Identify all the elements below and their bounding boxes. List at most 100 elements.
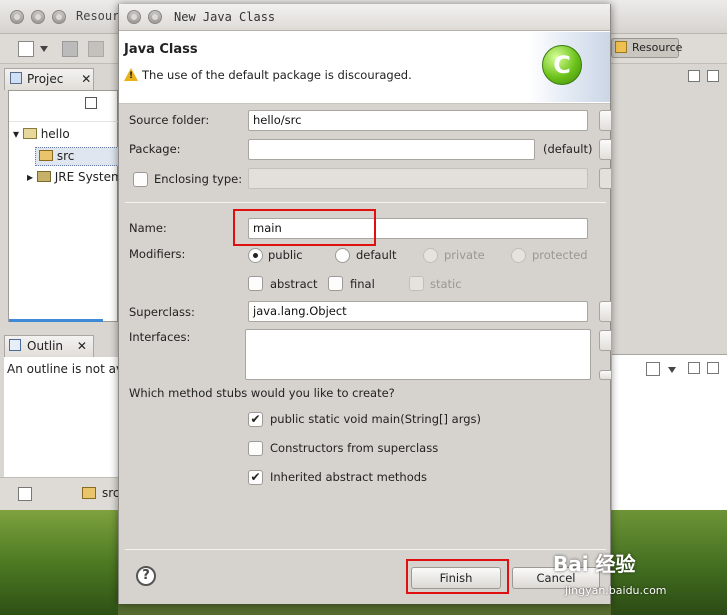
stubs-question: Which method stubs would you like to cre… <box>129 386 395 400</box>
new-java-class-dialog: New Java Class Java Class ! The use of t… <box>118 4 611 604</box>
warning-message: The use of the default package is discou… <box>142 68 412 82</box>
close-window-icon[interactable] <box>10 10 24 24</box>
tree-label: JRE System <box>54 170 123 184</box>
close-icon[interactable]: ✕ <box>77 339 87 353</box>
radio-public-label: public <box>268 248 303 262</box>
radio-protected-label: protected <box>532 248 588 262</box>
perspective-icon <box>615 41 627 53</box>
static-label: static <box>430 277 462 291</box>
outline-icon <box>9 339 21 351</box>
package-field[interactable] <box>248 139 535 160</box>
modifiers-label: Modifiers: <box>129 247 186 261</box>
right-area <box>612 64 727 510</box>
page-title: Java Class <box>124 42 198 57</box>
outline-panel: An outline is not ava <box>4 357 130 477</box>
radio-default[interactable] <box>335 248 350 263</box>
tree-item-src[interactable]: src <box>35 147 119 166</box>
radio-default-label: default <box>356 248 397 262</box>
enclosing-type-checkbox[interactable] <box>133 172 148 187</box>
new-item-icon[interactable] <box>646 362 660 376</box>
chevron-down-icon[interactable] <box>40 46 48 52</box>
main-stub-checkbox[interactable]: ✔ <box>248 412 263 427</box>
add-interface-button[interactable] <box>599 330 611 351</box>
radio-private-label: private <box>444 248 485 262</box>
watermark-url: jingyan.baidu.com <box>565 584 667 597</box>
tree-label: hello <box>40 127 70 141</box>
final-checkbox[interactable] <box>328 276 343 291</box>
remove-interface-button[interactable] <box>599 370 611 380</box>
browse-package-button[interactable] <box>599 139 611 160</box>
name-highlight-box <box>233 209 376 246</box>
package-folder-icon <box>39 150 53 161</box>
minimize-icon[interactable] <box>688 70 700 82</box>
constructors-checkbox[interactable] <box>248 441 263 456</box>
superclass-field[interactable]: java.lang.Object <box>248 301 588 322</box>
status-item: src <box>102 486 118 500</box>
browse-superclass-button[interactable] <box>599 301 611 322</box>
warning-icon-mark: ! <box>129 71 134 81</box>
radio-public[interactable] <box>248 248 263 263</box>
tab-label: Projec <box>27 72 64 86</box>
library-icon <box>36 171 51 182</box>
help-icon[interactable]: ? <box>136 566 156 586</box>
tree-label: src <box>56 149 75 163</box>
static-checkbox <box>409 276 424 291</box>
interfaces-label: Interfaces: <box>129 330 191 344</box>
divider <box>9 121 119 122</box>
browse-source-button[interactable] <box>599 110 611 131</box>
source-folder-field[interactable]: hello/src <box>248 110 588 131</box>
separator <box>125 202 606 203</box>
minimize-dialog-icon[interactable] <box>148 10 162 24</box>
separator <box>125 549 606 550</box>
abstract-checkbox[interactable] <box>248 276 263 291</box>
project-icon <box>22 128 37 139</box>
right-bottom-panel <box>612 354 727 510</box>
close-dialog-icon[interactable] <box>127 10 141 24</box>
maximize-window-icon[interactable] <box>52 10 66 24</box>
dialog-titlebar: New Java Class <box>119 4 610 31</box>
enclosing-type-label: Enclosing type: <box>154 172 243 186</box>
enclosing-type-field <box>248 168 588 189</box>
tab-label: Outlin <box>27 339 64 353</box>
outline-message: An outline is not ava <box>7 362 131 376</box>
expand-icon[interactable]: ▸ <box>27 170 33 184</box>
minimize-window-icon[interactable] <box>31 10 45 24</box>
new-icon[interactable] <box>18 41 34 57</box>
scrollbar[interactable] <box>9 319 103 322</box>
expand-icon[interactable]: ▾ <box>13 127 19 141</box>
explorer-icon <box>10 72 22 84</box>
dialog-title: New Java Class <box>174 10 276 24</box>
source-folder-label: Source folder: <box>129 113 210 127</box>
radio-protected <box>511 248 526 263</box>
maximize-icon[interactable] <box>707 362 719 374</box>
project-explorer-panel: ▾ hello src ▸ JRE System <box>8 90 123 322</box>
minimize-icon[interactable] <box>688 362 700 374</box>
tree-item-jre[interactable]: ▸ JRE System <box>27 170 123 184</box>
main-stub-label: public static void main(String[] args) <box>270 412 481 426</box>
desktop-background <box>0 510 118 615</box>
browse-enclosing-button <box>599 168 611 189</box>
abstract-label: abstract <box>270 277 318 291</box>
constructors-label: Constructors from superclass <box>270 441 439 455</box>
chevron-down-icon[interactable] <box>668 367 676 373</box>
collapse-all-icon[interactable] <box>85 97 97 109</box>
package-default-hint: (default) <box>543 142 593 156</box>
save-icon[interactable] <box>62 41 78 57</box>
tree-item-hello[interactable]: ▾ hello <box>13 127 70 141</box>
package-folder-icon <box>82 487 96 499</box>
radio-private <box>423 248 438 263</box>
finish-highlight-box <box>406 559 509 594</box>
inherited-methods-checkbox[interactable]: ✔ <box>248 470 263 485</box>
superclass-label: Superclass: <box>129 305 195 319</box>
status-bar: src <box>0 477 118 510</box>
save-all-icon[interactable] <box>88 41 104 57</box>
interfaces-list[interactable] <box>245 329 591 380</box>
final-label: final <box>350 277 375 291</box>
package-label: Package: <box>129 142 181 156</box>
maximize-icon[interactable] <box>707 70 719 82</box>
name-label: Name: <box>129 221 167 235</box>
fast-view-icon[interactable] <box>18 487 32 501</box>
inherited-methods-label: Inherited abstract methods <box>270 470 428 484</box>
java-class-logo-icon: C <box>542 45 582 85</box>
close-icon[interactable]: ✕ <box>81 72 91 86</box>
